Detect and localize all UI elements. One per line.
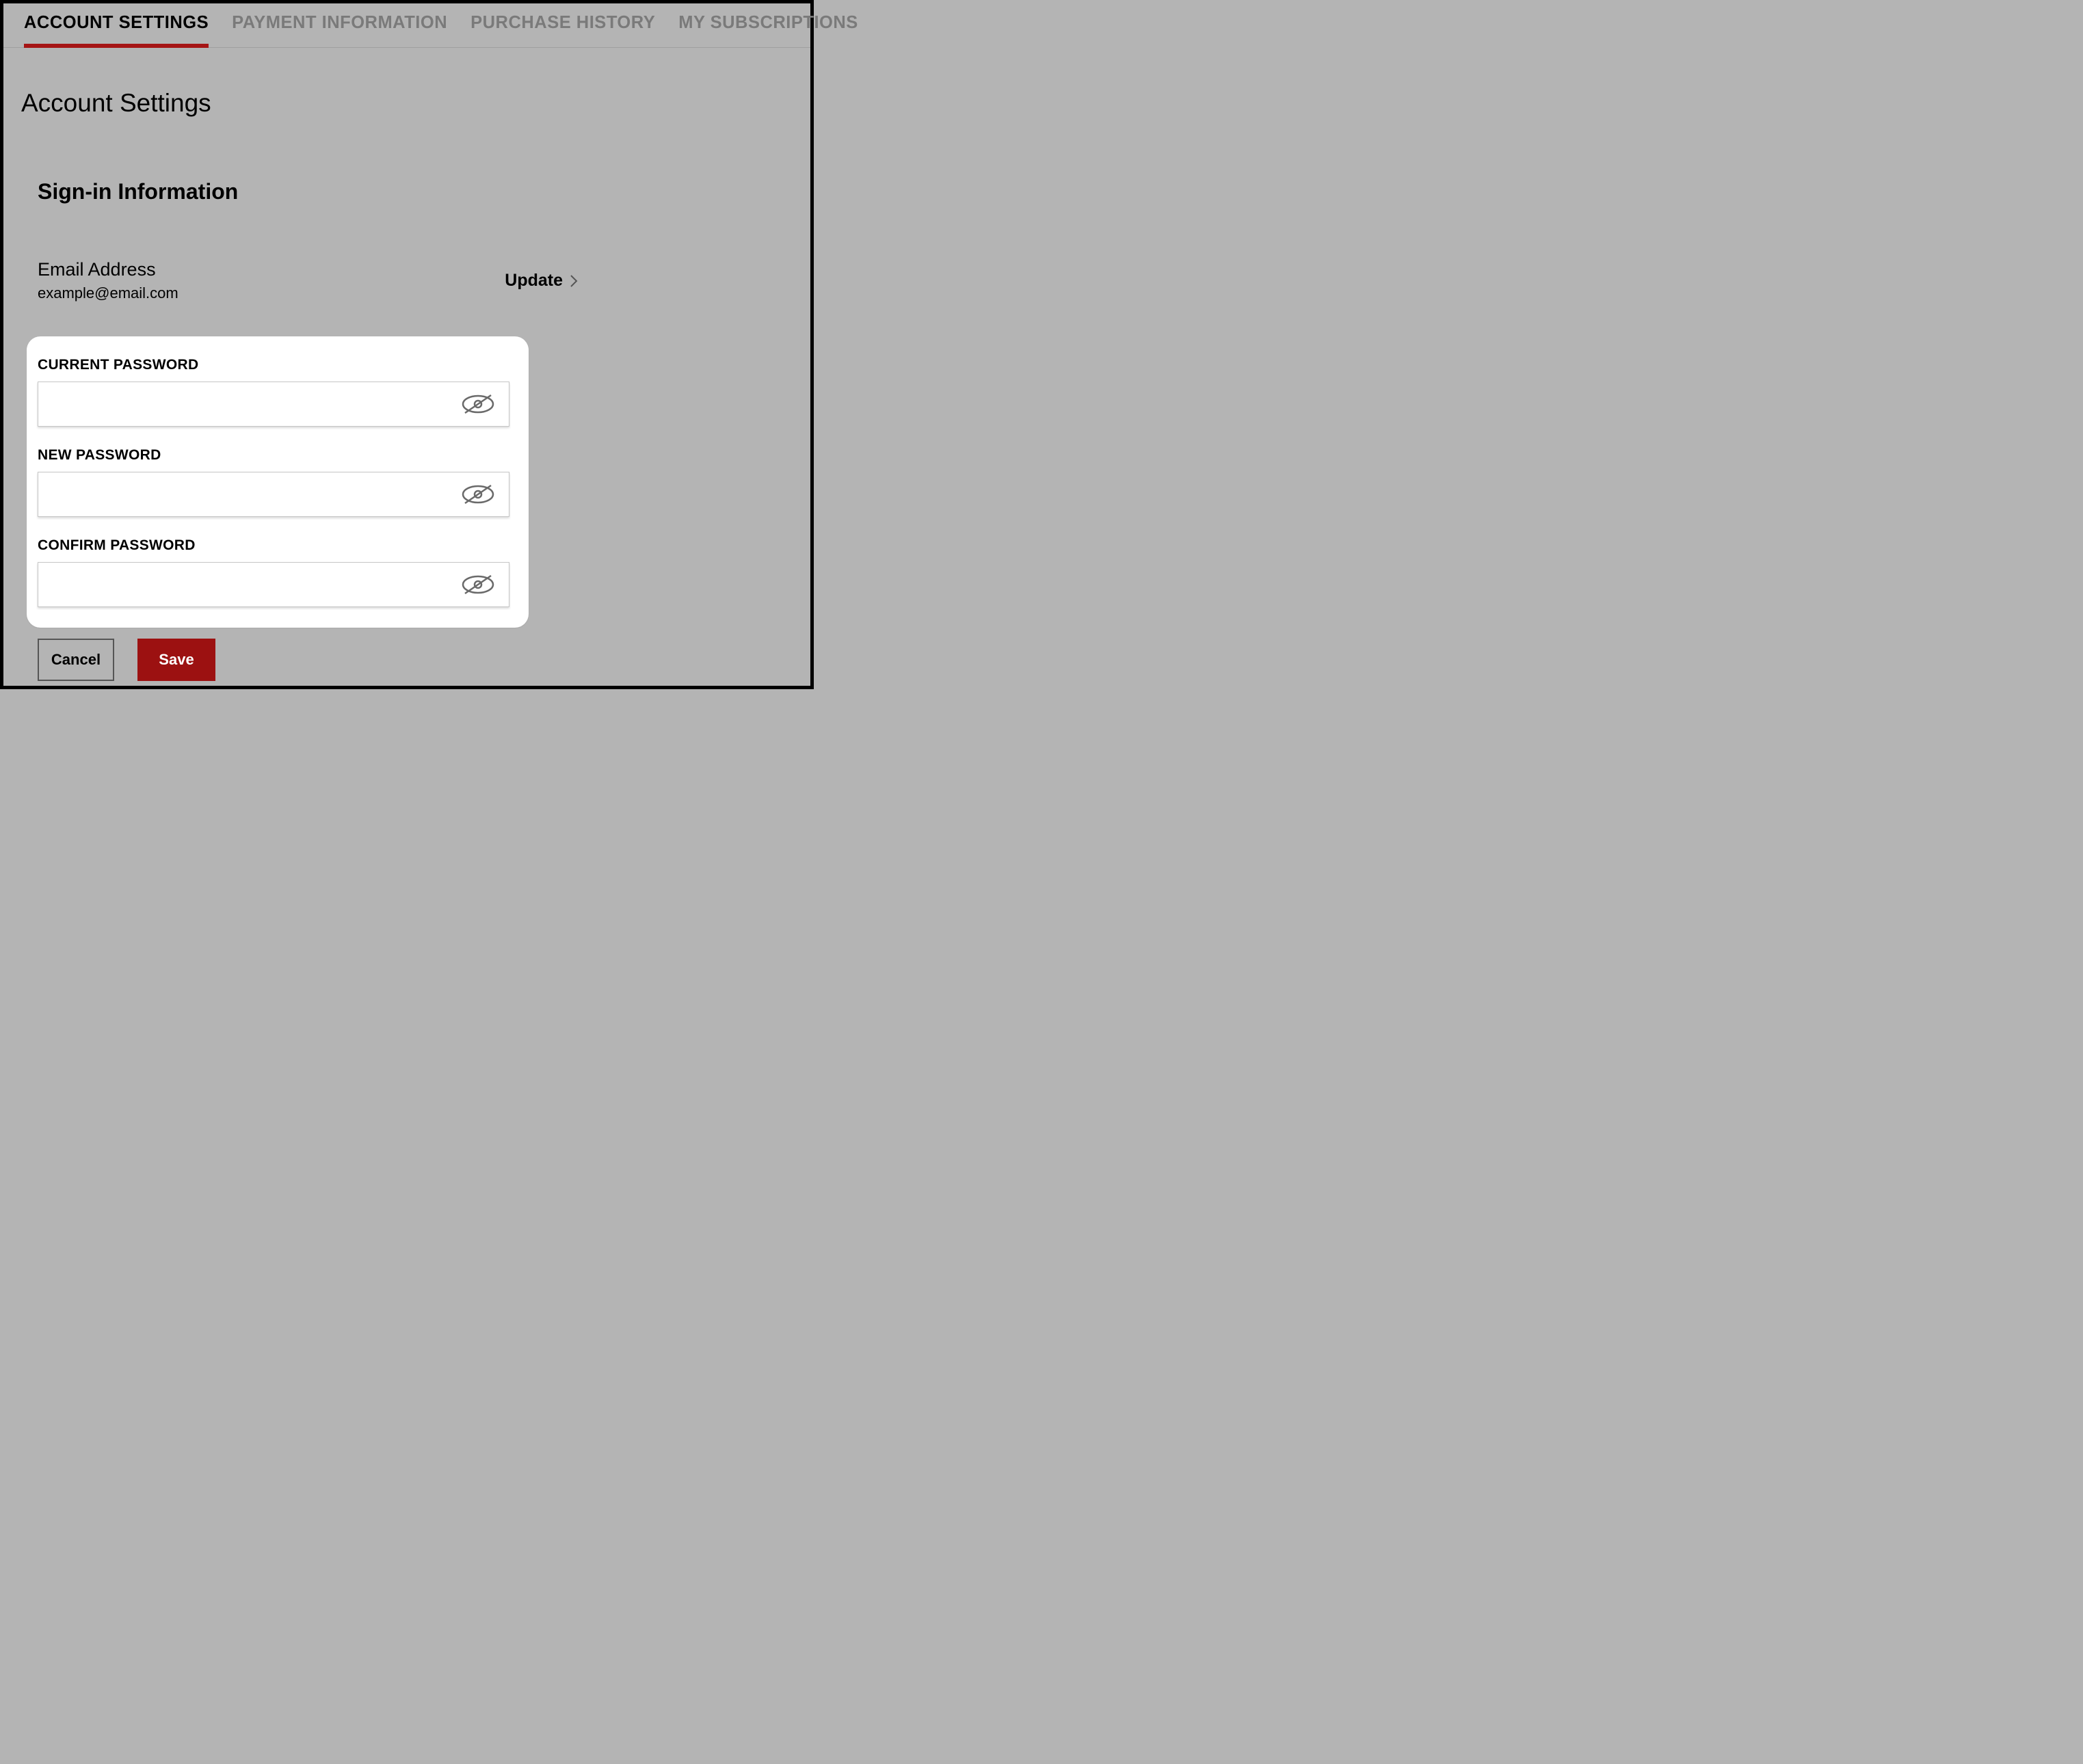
email-row: Email Address example@email.com Update: [38, 259, 578, 302]
toggle-confirm-password-visibility[interactable]: [461, 573, 495, 596]
page-title: Account Settings: [21, 89, 810, 118]
toggle-new-password-visibility[interactable]: [461, 483, 495, 506]
eye-slash-icon: [461, 483, 495, 506]
section-title-signin: Sign-in Information: [38, 179, 810, 204]
tab-bar: ACCOUNT SETTINGS PAYMENT INFORMATION PUR…: [3, 3, 810, 48]
button-row: Cancel Save: [38, 639, 810, 681]
toggle-current-password-visibility[interactable]: [461, 392, 495, 416]
email-block: Email Address example@email.com: [38, 259, 178, 302]
current-password-input-wrap: [38, 382, 509, 427]
tab-my-subscriptions[interactable]: MY SUBSCRIPTIONS: [678, 13, 858, 47]
eye-slash-icon: [461, 573, 495, 596]
save-button[interactable]: Save: [137, 639, 215, 681]
current-password-group: CURRENT PASSWORD: [38, 357, 518, 427]
update-email-link[interactable]: Update: [505, 271, 578, 291]
email-value: example@email.com: [38, 284, 178, 302]
tab-purchase-history[interactable]: PURCHASE HISTORY: [470, 13, 655, 47]
current-password-label: CURRENT PASSWORD: [38, 357, 518, 373]
new-password-input-wrap: [38, 472, 509, 517]
confirm-password-label: CONFIRM PASSWORD: [38, 537, 518, 554]
password-panel: CURRENT PASSWORD NEW PASSWORD: [27, 336, 529, 628]
confirm-password-input-wrap: [38, 562, 509, 607]
cancel-button[interactable]: Cancel: [38, 639, 114, 681]
tab-account-settings[interactable]: ACCOUNT SETTINGS: [24, 13, 209, 48]
current-password-input[interactable]: [38, 382, 509, 426]
new-password-group: NEW PASSWORD: [38, 447, 518, 517]
chevron-right-icon: [570, 274, 578, 288]
tab-payment-information[interactable]: PAYMENT INFORMATION: [232, 13, 447, 47]
update-email-label: Update: [505, 271, 563, 291]
eye-slash-icon: [461, 392, 495, 416]
new-password-label: NEW PASSWORD: [38, 447, 518, 464]
confirm-password-group: CONFIRM PASSWORD: [38, 537, 518, 607]
new-password-input[interactable]: [38, 472, 509, 516]
email-label: Email Address: [38, 259, 178, 280]
confirm-password-input[interactable]: [38, 563, 509, 606]
